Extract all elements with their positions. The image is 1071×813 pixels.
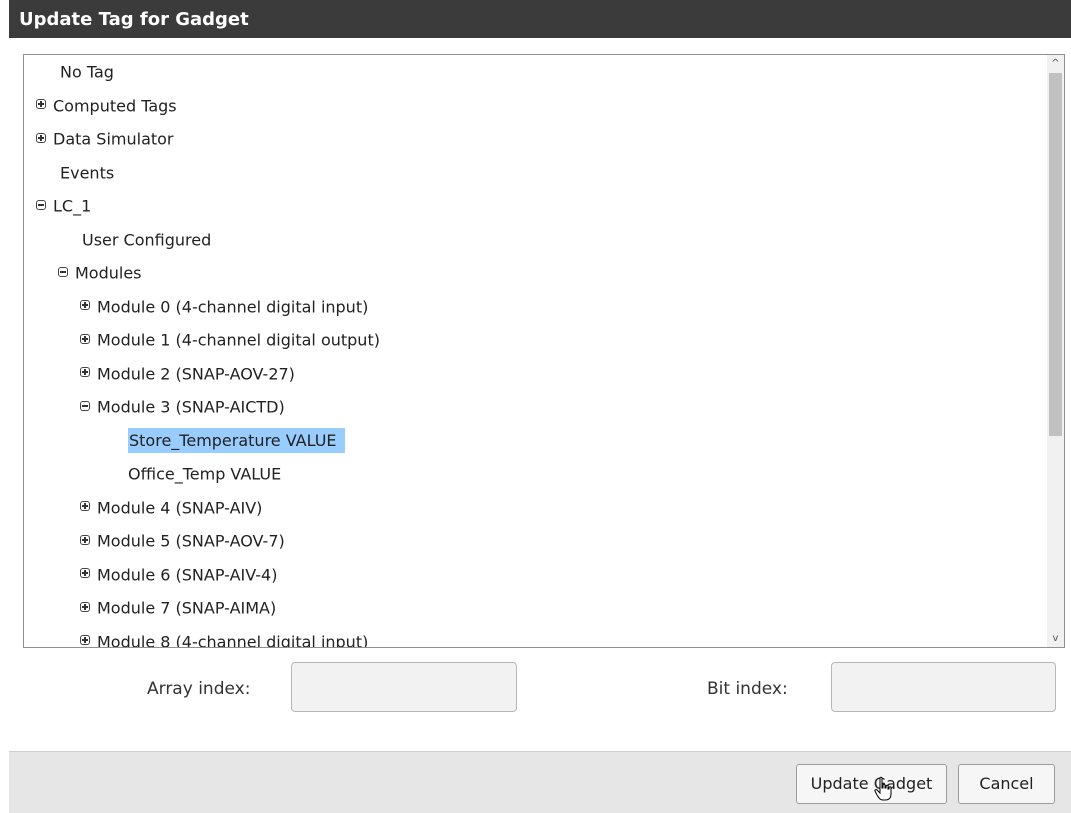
array-index-label: Array index: <box>147 679 251 699</box>
tree-item-label: Module 5 (SNAP-AOV-7) <box>97 531 285 551</box>
tree-item-label: Module 1 (4-channel digital output) <box>97 330 380 350</box>
tree-item-label: Module 2 (SNAP-AOV-27) <box>97 364 295 383</box>
tree-item[interactable]: Computed Tags <box>36 91 177 121</box>
bit-index-input[interactable] <box>831 662 1056 712</box>
tag-tree: No Tag Computed Tags Data Simulator Events L… <box>24 55 1041 647</box>
tag-tree-panel: No Tag Computed Tags Data Simulator Events L… <box>23 54 1065 648</box>
minus-box-icon[interactable] <box>36 199 46 210</box>
tree-item-label: No Tag <box>60 62 114 82</box>
chevron-down-icon[interactable]: v <box>1047 630 1064 647</box>
tree-item[interactable]: Office_Temp VALUE <box>128 459 281 489</box>
tree-scrollbar[interactable]: ^ v <box>1047 55 1064 647</box>
tree-item[interactable]: Module 7 (SNAP-AIMA) <box>80 593 276 623</box>
plus-box-icon[interactable] <box>80 367 90 377</box>
update-gadget-button[interactable]: Update Gadget <box>796 764 947 804</box>
tree-item[interactable]: Events <box>60 158 114 188</box>
tree-item[interactable]: Module 1 (4-channel digital output) <box>80 325 380 355</box>
tree-item[interactable]: Data Simulator <box>36 124 174 154</box>
tree-item[interactable]: No Tag <box>60 57 114 87</box>
tree-item-selected[interactable]: Store_Temperature VALUE <box>128 426 345 456</box>
tree-item-label: Office_Temp VALUE <box>128 464 282 484</box>
tree-item[interactable]: LC_1 <box>36 191 91 221</box>
tree-item[interactable]: User Configured <box>82 225 211 255</box>
plus-box-icon[interactable] <box>80 501 90 511</box>
scrollbar-thumb[interactable] <box>1049 73 1062 436</box>
cancel-button[interactable]: Cancel <box>958 764 1055 804</box>
tree-item-label: Computed Tags <box>53 96 177 115</box>
tree-item[interactable]: Modules <box>58 258 142 288</box>
tree-item[interactable]: Module 5 (SNAP-AOV-7) <box>80 526 285 556</box>
array-index-input[interactable] <box>291 662 517 712</box>
tree-item[interactable]: Module 4 (SNAP-AIV) <box>80 493 262 523</box>
plus-box-icon[interactable] <box>80 635 90 645</box>
update-tag-dialog: Update Tag for Gadget No Tag Computed Tag… <box>9 0 1071 813</box>
tree-item-label: Events <box>60 163 115 182</box>
minus-box-icon[interactable] <box>58 266 68 277</box>
bit-index-label: Bit index: <box>707 679 788 699</box>
chevron-up-icon[interactable]: ^ <box>1047 55 1064 72</box>
tree-item[interactable]: Module 6 (SNAP-AIV-4) <box>80 560 277 590</box>
tree-item-label: Module 7 (SNAP-AIMA) <box>97 598 277 618</box>
plus-box-icon[interactable] <box>80 568 90 578</box>
tree-item[interactable]: Module 0 (4-channel digital input) <box>80 292 368 322</box>
tree-item-label: User Configured <box>82 230 212 249</box>
plus-box-icon[interactable] <box>80 333 90 344</box>
tree-item-label: Module 6 (SNAP-AIV-4) <box>97 565 278 584</box>
tree-item-label: Store_Temperature VALUE <box>128 428 345 453</box>
tree-item-label: Module 4 (SNAP-AIV) <box>97 498 263 517</box>
hand-pointer-icon <box>874 776 892 801</box>
plus-box-icon[interactable] <box>80 300 90 310</box>
tree-item[interactable]: Module 3 (SNAP-AICTD) <box>80 392 285 422</box>
plus-box-icon[interactable] <box>80 534 90 545</box>
tree-item[interactable]: Module 8 (4-channel digital input) <box>80 627 369 647</box>
tree-item-label: Data Simulator <box>53 129 174 149</box>
plus-box-icon[interactable] <box>36 132 46 143</box>
dialog-title: Update Tag for Gadget <box>9 0 1071 38</box>
tree-item-label: Module 8 (4-channel digital input) <box>97 632 369 647</box>
minus-box-icon[interactable] <box>80 400 90 411</box>
plus-box-icon[interactable] <box>80 601 90 612</box>
tree-item[interactable]: Module 2 (SNAP-AOV-27) <box>80 359 295 389</box>
tree-item-label: Module 0 (4-channel digital input) <box>97 297 369 316</box>
background-strip <box>0 0 9 813</box>
tree-item-label: Modules <box>75 263 142 283</box>
tree-item-label: Module 3 (SNAP-AICTD) <box>97 397 285 417</box>
dialog-footer: Update Gadget Cancel <box>9 751 1071 813</box>
tree-item-label: LC_1 <box>53 196 92 216</box>
plus-box-icon[interactable] <box>36 99 46 109</box>
